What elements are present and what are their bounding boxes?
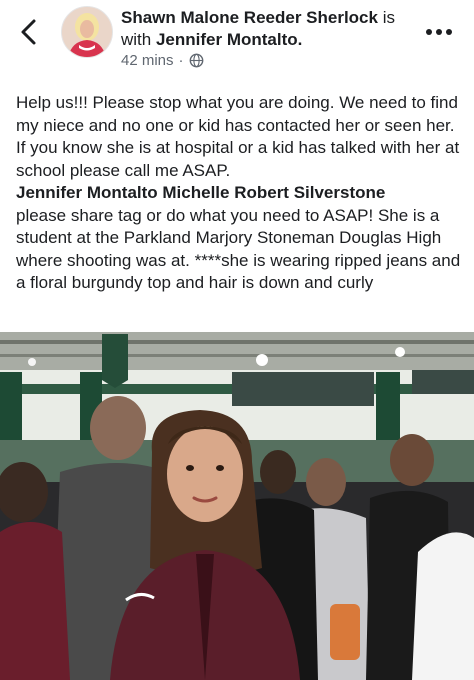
photo-illustration bbox=[0, 332, 474, 680]
post-header: Shawn Malone Reeder Sherlock is with Jen… bbox=[0, 0, 474, 82]
tagged-name[interactable]: Jennifer Montalto. bbox=[156, 30, 302, 49]
avatar-image bbox=[62, 7, 112, 57]
chevron-left-icon[interactable] bbox=[18, 18, 40, 46]
post-author-line: Shawn Malone Reeder Sherlock is with Jen… bbox=[121, 7, 421, 51]
post-time[interactable]: 42 mins bbox=[121, 52, 174, 69]
meta-separator: · bbox=[178, 52, 184, 69]
post-photo[interactable] bbox=[0, 332, 474, 680]
post-mentions[interactable]: Jennifer Montalto Michelle Robert Silver… bbox=[16, 182, 462, 205]
globe-icon bbox=[189, 53, 203, 68]
avatar[interactable] bbox=[61, 6, 113, 58]
author-name[interactable]: Shawn Malone Reeder Sherlock bbox=[121, 8, 378, 27]
more-dots-icon[interactable] bbox=[424, 22, 454, 42]
post-paragraph-1: Help us!!! Please stop what you are doin… bbox=[16, 93, 460, 180]
post-paragraph-2: please share tag or do what you need to … bbox=[16, 205, 461, 293]
post-text: Help us!!! Please stop what you are doin… bbox=[16, 92, 462, 295]
post-meta: 42 mins · bbox=[121, 52, 204, 69]
